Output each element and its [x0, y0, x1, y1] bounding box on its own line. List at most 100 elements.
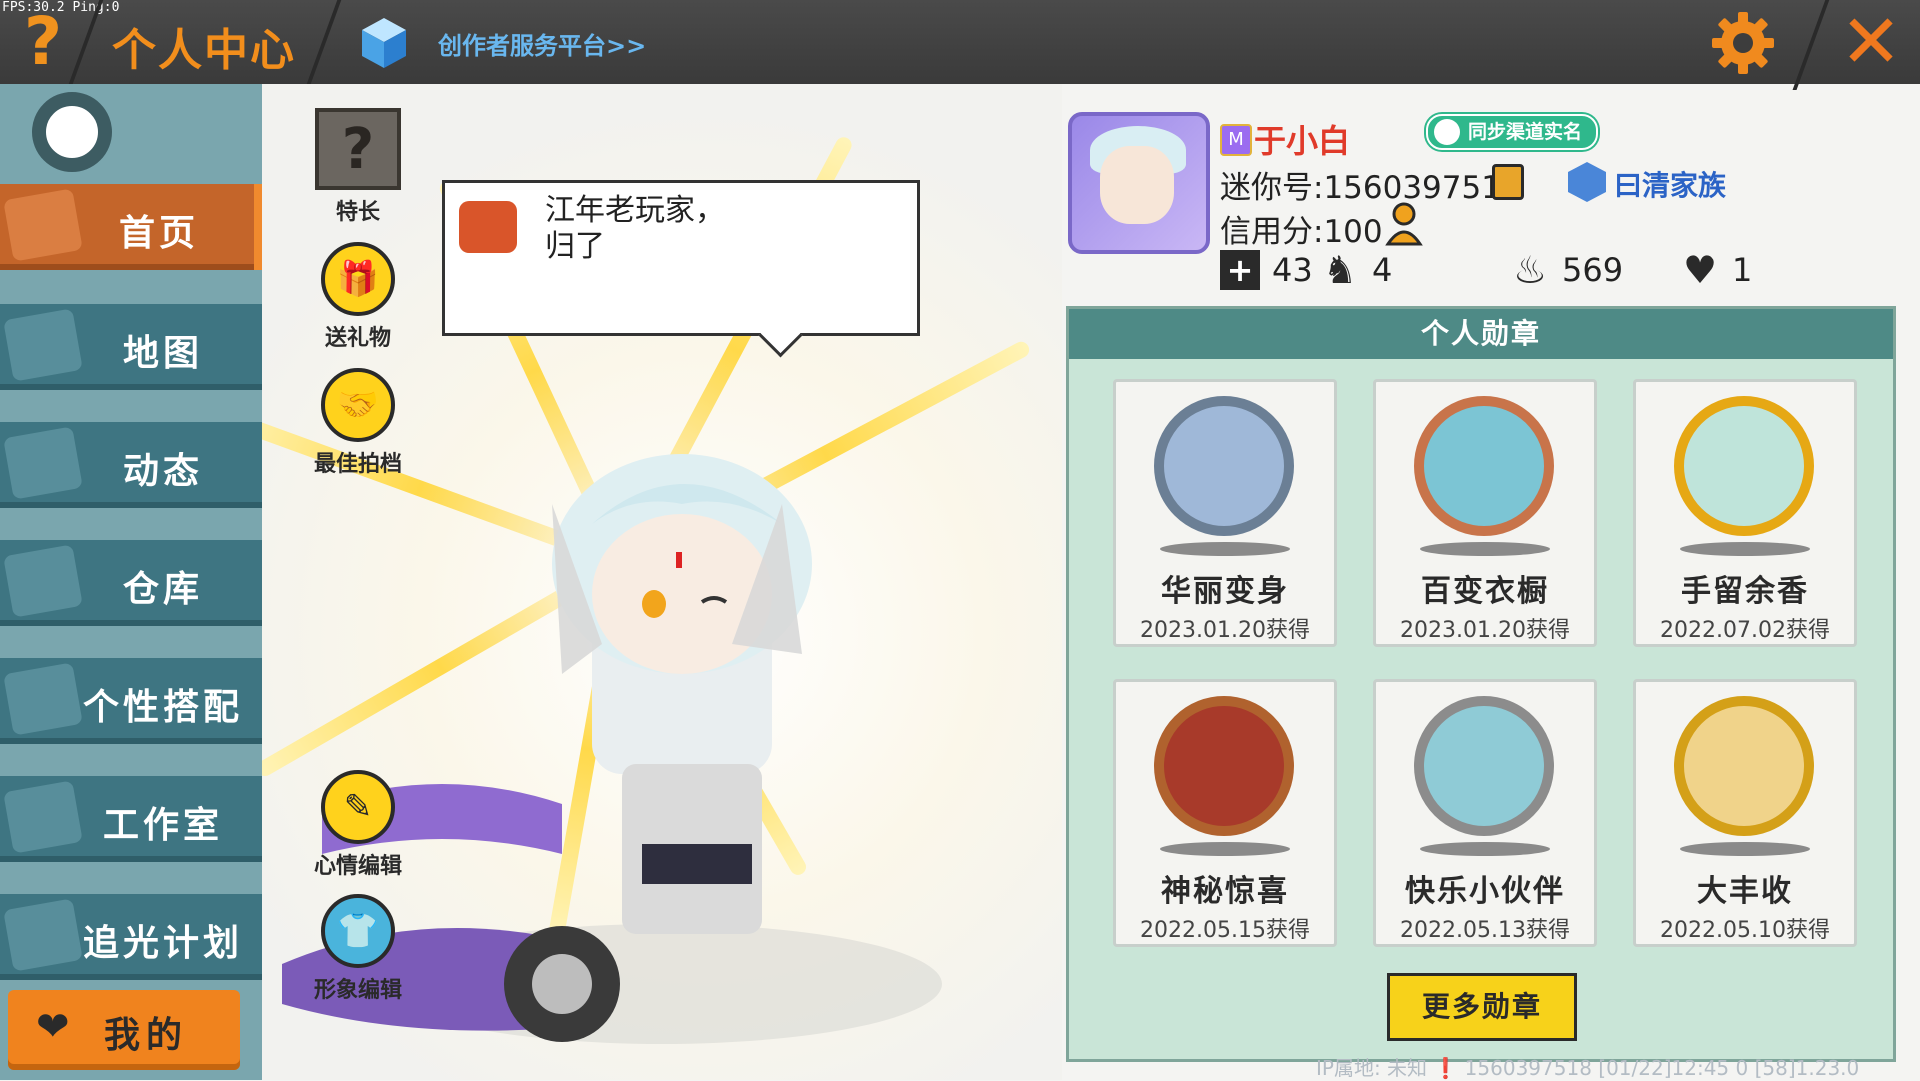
- heart-icon: ♥: [1682, 248, 1718, 292]
- talent-label: 特长: [335, 200, 380, 225]
- creator-link-text: 创作者服务平台>>: [438, 32, 647, 60]
- more-medals-button[interactable]: 更多勋章: [1387, 973, 1577, 1041]
- emoji-icon: [459, 201, 517, 253]
- medal-icon: [1674, 396, 1814, 536]
- copy-icon[interactable]: [1492, 164, 1524, 200]
- fans-icon: ♞: [1322, 248, 1358, 292]
- gear-icon[interactable]: [1710, 10, 1776, 76]
- help-button[interactable]: ?: [8, 4, 78, 80]
- best-partner-label: 最佳拍档: [313, 452, 402, 477]
- best-partner-button[interactable]: 🤝 最佳拍档: [303, 368, 413, 478]
- medal-date: 2022.05.15获得: [1140, 918, 1310, 943]
- medal-icon: [1414, 396, 1554, 536]
- medal-card[interactable]: 快乐小伙伴 2022.05.13获得: [1373, 679, 1597, 947]
- stat-add[interactable]: + 43: [1220, 246, 1313, 294]
- medal-name: 大丰收: [1697, 874, 1793, 909]
- sidebar-item-studio[interactable]: 工作室: [0, 776, 262, 862]
- avatar-toggle[interactable]: [32, 92, 112, 172]
- medal-name: 手留余香: [1681, 574, 1809, 609]
- gift-label: 送礼物: [324, 326, 391, 351]
- gift-icon: 🎁: [321, 242, 395, 316]
- medal-card[interactable]: 手留余香 2022.07.02获得: [1633, 379, 1857, 647]
- appearance-edit-label: 形象编辑: [313, 978, 402, 1003]
- mood-edit-button[interactable]: ✎ 心情编辑: [303, 770, 413, 880]
- family-link[interactable]: 曰清家族: [1614, 164, 1726, 204]
- medal-card[interactable]: 华丽变身 2023.01.20获得: [1113, 379, 1337, 647]
- sidebar-item-label: 仓库: [122, 569, 203, 610]
- sidebar-item-label: 追光计划: [82, 923, 243, 964]
- stat-likes-value: 1: [1732, 251, 1753, 289]
- medal-shadow: [1680, 542, 1810, 556]
- medal-panel-title: 个人勋章: [1069, 309, 1893, 359]
- plus-icon: +: [1220, 250, 1260, 290]
- sidebar-item-label: 工作室: [102, 805, 223, 846]
- medal-icon: [1674, 696, 1814, 836]
- edit-icon: ✎: [321, 770, 395, 844]
- medal-name: 神秘惊喜: [1161, 874, 1289, 909]
- stat-likes[interactable]: ♥ 1: [1680, 246, 1752, 294]
- medal-card[interactable]: 大丰收 2022.05.10获得: [1633, 679, 1857, 947]
- sidebar-item-label: 地图: [122, 333, 203, 374]
- sidebar-item-outfit[interactable]: 个性搭配: [0, 658, 262, 744]
- sidebar-item-spotlight[interactable]: 追光计划: [0, 894, 262, 980]
- profile-info: M 于小白 同步渠道实名 迷你号:1560397518 曰清家族 信用分:100…: [1062, 84, 1920, 304]
- mini-id: 迷你号:1560397518: [1220, 170, 1521, 206]
- mood-edit-label: 心情编辑: [313, 854, 402, 879]
- mood-text: 江年老玩家，ㅤ 归了: [545, 193, 753, 264]
- shirt-icon: 👕: [321, 894, 395, 968]
- sidebar-item-home[interactable]: 首页: [0, 184, 262, 270]
- medal-icon: [1154, 396, 1294, 536]
- profile-avatar[interactable]: [1068, 112, 1210, 254]
- stat-fans[interactable]: ♞ 4: [1320, 246, 1392, 294]
- medal-date: 2022.05.13获得: [1400, 918, 1570, 943]
- medal-shadow: [1420, 542, 1550, 556]
- person-icon[interactable]: [1384, 202, 1424, 246]
- stat-heat[interactable]: ♨ 569: [1510, 246, 1623, 294]
- vip-icon: M: [1220, 124, 1252, 156]
- gift-button[interactable]: 🎁 送礼物: [303, 242, 413, 352]
- nickname: 于小白: [1254, 122, 1351, 160]
- sidebar-item-map[interactable]: 地图: [0, 304, 262, 390]
- page-title: 个人中心: [112, 25, 296, 76]
- close-button[interactable]: ✕: [1835, 5, 1907, 79]
- medal-shadow: [1160, 842, 1290, 856]
- credit-score: 信用分:100: [1220, 214, 1383, 250]
- map-icon: [3, 308, 83, 382]
- stat-fans-value: 4: [1372, 251, 1393, 289]
- question-box-icon: ?: [315, 108, 401, 190]
- family-icon: [1568, 162, 1606, 202]
- medal-shadow: [1680, 842, 1810, 856]
- sidebar-item-feed[interactable]: 动态: [0, 422, 262, 508]
- cube-icon: [362, 18, 406, 68]
- medal-name: 快乐小伙伴: [1405, 874, 1565, 909]
- sync-realname-badge[interactable]: 同步渠道实名: [1426, 114, 1599, 150]
- medal-shadow: [1160, 542, 1290, 556]
- avatar-face: [1100, 146, 1174, 224]
- outfit-icon: [3, 662, 83, 736]
- sidebar-item-label: 个性搭配: [82, 687, 243, 728]
- studio-icon: [3, 780, 83, 854]
- mine-button[interactable]: ❤ 我的: [8, 990, 240, 1070]
- medal-card[interactable]: 神秘惊喜 2022.05.15获得: [1113, 679, 1337, 947]
- appearance-edit-button[interactable]: 👕 形象编辑: [303, 894, 413, 1004]
- spotlight-icon: [3, 898, 83, 972]
- medal-icon: [1414, 696, 1554, 836]
- sidebar-item-warehouse[interactable]: 仓库: [0, 540, 262, 626]
- talent-button[interactable]: ? 特长: [303, 108, 413, 226]
- creator-platform-link[interactable]: 创作者服务平台>>: [360, 14, 790, 70]
- bell-icon: [3, 426, 83, 500]
- sidebar-item-label: 动态: [122, 451, 203, 492]
- sidebar-item-label: 首页: [118, 213, 199, 254]
- medal-icon: [1154, 696, 1294, 836]
- mood-speech-bubble: 江年老玩家，ㅤ 归了: [442, 180, 920, 358]
- house-icon: [3, 188, 83, 262]
- medal-name: 华丽变身: [1161, 574, 1289, 609]
- medal-card[interactable]: 百变衣橱 2023.01.20获得: [1373, 379, 1597, 647]
- mine-label: 我的: [104, 1015, 189, 1056]
- flame-icon: ♨: [1512, 248, 1548, 292]
- medal-date: 2023.01.20获得: [1140, 618, 1310, 643]
- stat-add-value: 43: [1272, 251, 1313, 289]
- medal-panel: 个人勋章 华丽变身 2023.01.20获得 百变衣橱 2023.01.20获得 手留余…: [1066, 306, 1896, 1062]
- heart-icon: ❤: [36, 1004, 70, 1050]
- stat-heat-value: 569: [1562, 251, 1624, 289]
